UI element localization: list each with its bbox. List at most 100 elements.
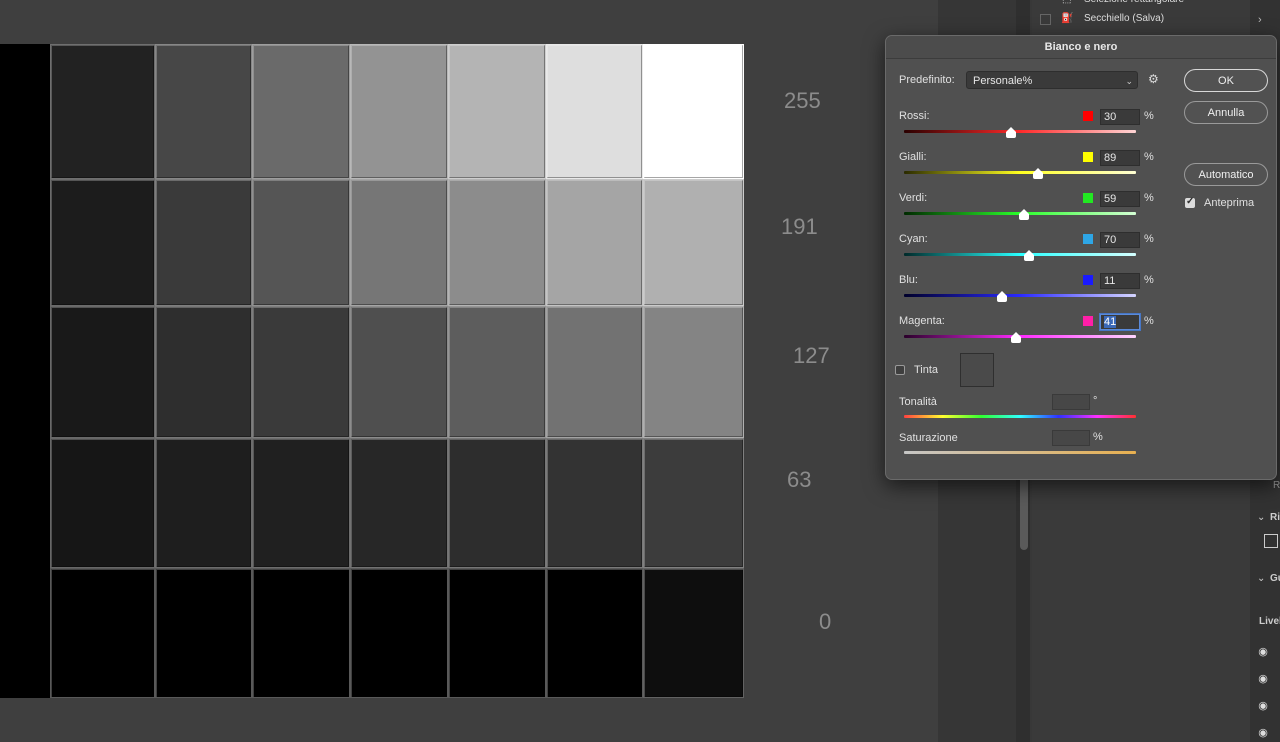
eye-icon[interactable]: ◉	[1256, 672, 1270, 686]
eye-icon[interactable]: ◉	[1256, 699, 1270, 713]
saturation-field[interactable]	[1052, 430, 1090, 446]
gray-patch	[50, 44, 155, 179]
cancel-button[interactable]: Annulla	[1184, 101, 1268, 124]
chevron-down-icon: ⌄	[1125, 76, 1133, 86]
channel-color-swatch	[1083, 316, 1093, 326]
gray-patch	[350, 44, 448, 179]
channel-slider-track[interactable]	[904, 130, 1136, 133]
chevron-right-icon[interactable]: ›	[1258, 14, 1262, 26]
gear-icon[interactable]: ⚙	[1148, 72, 1159, 86]
preset-value: Personale%	[973, 75, 1033, 87]
gray-patch	[155, 438, 252, 568]
gray-patch	[252, 568, 350, 698]
gray-patch	[448, 438, 546, 568]
scale-label-63: 63	[787, 467, 812, 492]
panel-label-r: R	[1273, 480, 1280, 491]
gray-patch	[350, 568, 448, 698]
gray-patch	[252, 179, 350, 306]
gray-patch	[350, 179, 448, 306]
gray-patch	[643, 438, 744, 568]
history-item[interactable]: ⛽ Secchiello (Salva)	[1032, 8, 1250, 30]
channel-value-text: 70	[1104, 234, 1117, 246]
gray-patch	[546, 568, 643, 698]
saturation-label: Saturazione	[899, 432, 958, 444]
preset-label: Predefinito:	[899, 74, 955, 86]
channel-color-swatch	[1083, 111, 1093, 121]
layers-tab[interactable]: Livel	[1259, 616, 1280, 627]
gray-patch	[252, 438, 350, 568]
preview-label: Anteprima	[1204, 197, 1255, 209]
channel-label: Rossi:	[899, 110, 930, 122]
gray-patch	[643, 44, 744, 179]
hue-unit: °	[1093, 395, 1098, 407]
dialog-title: Bianco e nero	[886, 36, 1276, 59]
gray-patch	[448, 179, 546, 306]
hue-slider-track[interactable]	[904, 415, 1136, 418]
scale-label-0: 0	[819, 609, 832, 634]
hue-field[interactable]	[1052, 394, 1090, 410]
eye-icon[interactable]: ◉	[1256, 645, 1270, 659]
channel-label: Cyan:	[899, 233, 928, 245]
tint-checkbox[interactable]	[895, 365, 905, 375]
channel-value-input[interactable]: 30	[1100, 109, 1140, 125]
eye-icon[interactable]: ◉	[1256, 726, 1270, 740]
gray-patch	[546, 438, 643, 568]
percent-sign: %	[1144, 110, 1154, 122]
transform-icon[interactable]	[1264, 534, 1278, 548]
channel-label: Verdi:	[899, 192, 928, 204]
channel-value-input[interactable]: 89	[1100, 150, 1140, 166]
channel-slider-track[interactable]	[904, 171, 1136, 174]
percent-sign: %	[1144, 151, 1154, 163]
channel-color-swatch	[1083, 234, 1093, 244]
scale-label-191: 191	[781, 214, 818, 239]
paint-bucket-icon: ⛽	[1061, 13, 1074, 24]
ok-button[interactable]: OK	[1184, 69, 1268, 92]
percent-sign: %	[1144, 274, 1154, 286]
auto-button[interactable]: Automatico	[1184, 163, 1268, 186]
channel-value-text: 30	[1104, 111, 1117, 123]
channel-slider-track[interactable]	[904, 253, 1136, 256]
tint-label: Tinta	[914, 364, 939, 376]
percent-sign: %	[1144, 233, 1154, 245]
channel-value-text: 89	[1104, 152, 1117, 164]
chevron-down-icon[interactable]: ⌄	[1257, 573, 1265, 584]
gray-patch	[155, 306, 252, 438]
panel-scroll-thumb[interactable]	[1020, 470, 1028, 550]
gray-patch	[50, 438, 155, 568]
preview-checkbox[interactable]	[1185, 196, 1195, 208]
percent-sign: %	[1144, 315, 1154, 327]
gray-patch	[448, 44, 546, 179]
gray-patch	[155, 179, 252, 306]
channel-color-swatch	[1083, 275, 1093, 285]
preset-select[interactable]: Personale% ⌄	[966, 71, 1138, 89]
gray-patch	[252, 306, 350, 438]
gray-patch	[50, 568, 155, 698]
channel-value-input[interactable]: 41	[1100, 314, 1140, 330]
gray-patch-grid	[50, 44, 744, 698]
channel-slider-track[interactable]	[904, 294, 1136, 297]
saturation-slider-track[interactable]	[904, 451, 1136, 454]
panel-label-gu[interactable]: Gu	[1270, 573, 1280, 584]
channel-value-input[interactable]: 11	[1100, 273, 1140, 289]
gray-patch	[50, 179, 155, 306]
channel-value-text: 41	[1104, 316, 1117, 328]
channel-value-input[interactable]: 59	[1100, 191, 1140, 207]
gray-patch	[155, 568, 252, 698]
panel-label-ri[interactable]: Ri	[1270, 512, 1280, 523]
channel-label: Blu:	[899, 274, 918, 286]
black-and-white-dialog: Bianco e nero Predefinito: Personale% ⌄ …	[885, 35, 1277, 480]
gray-patch	[643, 179, 744, 306]
channel-color-swatch	[1083, 152, 1093, 162]
channel-label: Magenta:	[899, 315, 945, 327]
channel-value-text: 11	[1104, 275, 1116, 287]
percent-sign: %	[1144, 192, 1154, 204]
gray-patch	[50, 306, 155, 438]
tint-color-swatch[interactable]	[960, 353, 994, 387]
scale-label-255: 255	[784, 88, 821, 113]
channel-value-text: 59	[1104, 193, 1117, 205]
chevron-down-icon[interactable]: ⌄	[1257, 512, 1265, 523]
black-strip	[0, 44, 50, 698]
saturation-unit: %	[1093, 431, 1103, 443]
gray-patch	[350, 306, 448, 438]
channel-value-input[interactable]: 70	[1100, 232, 1140, 248]
